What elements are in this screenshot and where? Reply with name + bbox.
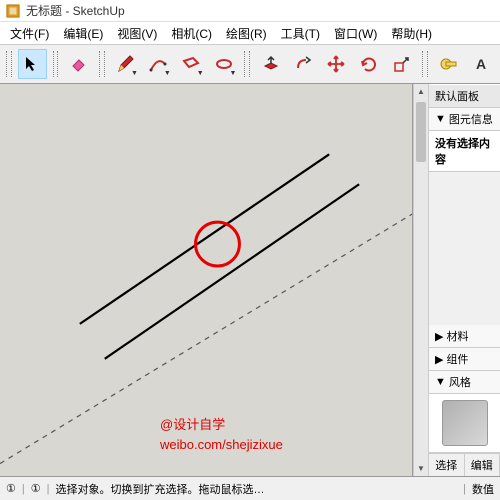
style-tabs: 选择 编辑: [429, 453, 500, 476]
status-icon[interactable]: ①: [31, 482, 41, 495]
menu-file[interactable]: 文件(F): [4, 23, 55, 44]
tape-tool[interactable]: [434, 49, 463, 79]
menu-draw[interactable]: 绘图(R): [220, 23, 273, 44]
collapse-icon: ▼: [435, 113, 446, 125]
collapse-icon: ▼: [435, 376, 446, 388]
side-panel: 默认面板 ▼图元信息 没有选择内容 ▶材料 ▶组件 ▼风格 选择 编辑: [428, 84, 500, 476]
rectangle-tool[interactable]: ▼: [177, 49, 206, 79]
watermark: @设计自学 weibo.com/shejizixue: [160, 415, 283, 454]
materials-header[interactable]: ▶材料: [429, 325, 500, 348]
eraser-tool[interactable]: [64, 49, 93, 79]
window-title: 无标题 - SketchUp: [26, 2, 125, 19]
status-sep: |: [22, 483, 25, 495]
styles-body: [429, 394, 500, 453]
status-sep: |: [47, 483, 50, 495]
toolbar-grip[interactable]: [6, 51, 12, 77]
scale-tool[interactable]: [388, 49, 417, 79]
pushpull-tool[interactable]: [256, 49, 285, 79]
menu-window[interactable]: 窗口(W): [328, 23, 383, 44]
move-tool[interactable]: [322, 49, 351, 79]
select-tool[interactable]: [18, 49, 47, 79]
menu-help[interactable]: 帮助(H): [385, 23, 438, 44]
arc-tool[interactable]: ▼: [144, 49, 173, 79]
text-tool[interactable]: A: [467, 49, 496, 79]
status-sep: |: [463, 483, 466, 495]
entity-info-body: 没有选择内容: [429, 131, 500, 172]
toolbar-grip[interactable]: [244, 51, 250, 77]
pencil-tool[interactable]: ▼: [111, 49, 140, 79]
svg-text:A: A: [476, 56, 486, 72]
status-bar: ① | ① | 选择对象。切换到扩充选择。拖动鼠标选… | 数值: [0, 476, 500, 500]
toolbar: ▼ ▼ ▼ ▼ A: [0, 44, 500, 84]
tab-edit[interactable]: 编辑: [465, 454, 500, 476]
watermark-line1: @设计自学: [160, 415, 283, 435]
toolbar-grip[interactable]: [99, 51, 105, 77]
offset-tool[interactable]: [289, 49, 318, 79]
menu-edit[interactable]: 编辑(E): [57, 23, 109, 44]
scroll-up-arrow[interactable]: ▲: [414, 84, 428, 99]
toolbar-grip[interactable]: [53, 51, 59, 77]
expand-icon: ▶: [435, 330, 443, 343]
watermark-line2: weibo.com/shejizixue: [160, 435, 283, 455]
toolbar-grip[interactable]: [422, 51, 428, 77]
entity-info-header[interactable]: ▼图元信息: [429, 108, 500, 131]
menu-bar: 文件(F) 编辑(E) 视图(V) 相机(C) 绘图(R) 工具(T) 窗口(W…: [0, 22, 500, 44]
status-icon[interactable]: ①: [6, 482, 16, 495]
value-label: 数值: [472, 481, 494, 497]
scroll-thumb[interactable]: [416, 102, 426, 162]
viewport[interactable]: @设计自学 weibo.com/shejizixue: [0, 84, 413, 476]
circle-tool[interactable]: ▼: [210, 49, 239, 79]
scroll-down-arrow[interactable]: ▼: [414, 461, 428, 476]
app-logo-icon: [6, 4, 20, 18]
components-header[interactable]: ▶组件: [429, 348, 500, 371]
default-panel-header[interactable]: 默认面板: [429, 84, 500, 108]
status-message: 选择对象。切换到扩充选择。拖动鼠标选…: [55, 481, 457, 497]
menu-camera[interactable]: 相机(C): [165, 23, 218, 44]
scrollbar-vertical[interactable]: ▲ ▼: [413, 84, 428, 476]
rotate-tool[interactable]: [355, 49, 384, 79]
styles-header[interactable]: ▼风格: [429, 371, 500, 394]
expand-icon: ▶: [435, 353, 443, 366]
menu-tools[interactable]: 工具(T): [275, 23, 326, 44]
menu-view[interactable]: 视图(V): [111, 23, 163, 44]
tab-select[interactable]: 选择: [429, 454, 465, 476]
style-thumbnail[interactable]: [442, 400, 488, 446]
